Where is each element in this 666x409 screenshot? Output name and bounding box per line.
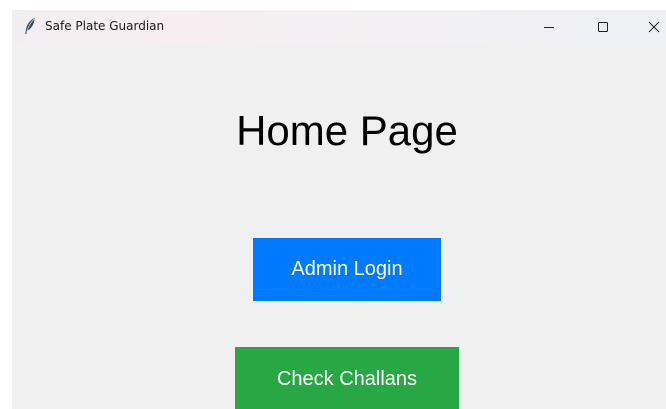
minimize-button[interactable] bbox=[526, 10, 572, 43]
minimize-icon bbox=[543, 21, 555, 33]
maximize-icon bbox=[597, 21, 609, 33]
close-button[interactable] bbox=[634, 10, 666, 43]
feather-icon bbox=[23, 17, 37, 35]
admin-login-button[interactable]: Admin Login bbox=[253, 238, 441, 301]
close-icon bbox=[648, 21, 660, 33]
maximize-button[interactable] bbox=[580, 10, 626, 43]
window-title: Safe Plate Guardian bbox=[45, 19, 165, 33]
page-title: Home Page bbox=[236, 107, 458, 154]
check-challans-button[interactable]: Check Challans bbox=[235, 347, 459, 409]
app-window: Safe Plate Guardian Home Page Admin Logi… bbox=[12, 10, 666, 409]
title-bar[interactable]: Safe Plate Guardian bbox=[12, 10, 666, 43]
